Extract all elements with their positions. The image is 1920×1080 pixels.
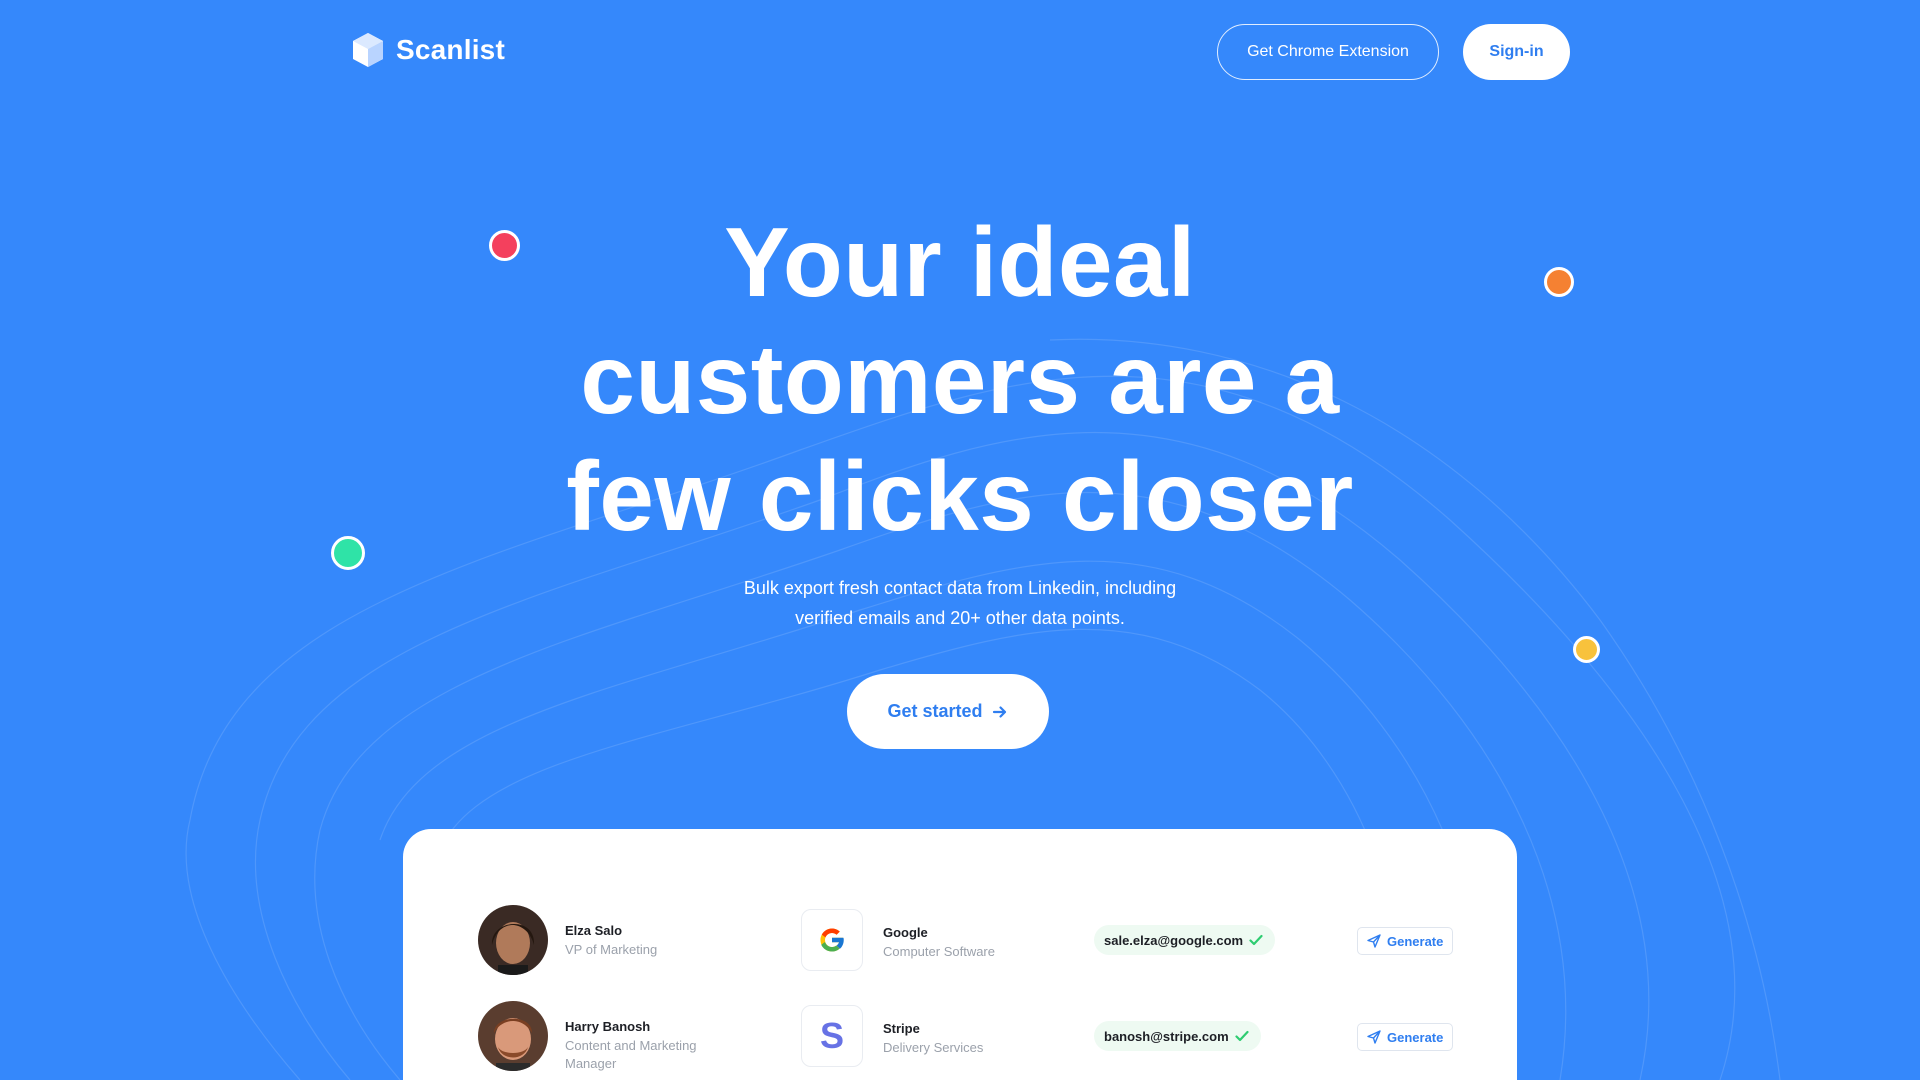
stripe-icon: S — [820, 1019, 844, 1053]
verified-email-badge: sale.elza@google.com — [1094, 925, 1276, 955]
generate-label: Generate — [1387, 933, 1444, 949]
brand-logo[interactable]: Scanlist — [352, 32, 505, 68]
email-address: sale.elza@google.com — [1104, 932, 1244, 948]
generate-button[interactable]: Generate — [1357, 927, 1454, 955]
get-started-label: Get started — [887, 701, 983, 721]
company-name: Google — [883, 925, 928, 940]
company-logo — [801, 909, 863, 971]
check-icon — [1235, 1030, 1249, 1042]
cube-logo-icon — [353, 33, 383, 67]
contact-name: Elza Salo — [565, 923, 623, 938]
company-name: Stripe — [883, 1021, 920, 1036]
company-info: Google Computer Software — [883, 923, 1083, 961]
headline-line-2: customers are a — [580, 324, 1340, 434]
person-photo-icon — [478, 905, 548, 975]
subtext-line-1: Bulk export fresh contact data from Link… — [743, 578, 1177, 598]
orange-dot-decoration — [1544, 267, 1574, 297]
avatar — [478, 1001, 548, 1071]
svg-text:S: S — [820, 1019, 844, 1053]
company-info: Stripe Delivery Services — [883, 1019, 1083, 1057]
contact-person: Harry Banosh Content and Marketing Manag… — [565, 1017, 745, 1073]
avatar — [478, 905, 548, 975]
person-photo-icon — [478, 1001, 548, 1071]
arrow-right-icon — [992, 705, 1006, 718]
check-icon — [1249, 934, 1263, 946]
headline-line-1: Your ideal — [724, 207, 1196, 317]
contacts-preview-card: Elza Salo VP of Marketing Google Compute… — [403, 829, 1517, 1080]
get-started-button[interactable]: Get started — [847, 674, 1049, 749]
generate-button[interactable]: Generate — [1357, 1023, 1454, 1051]
hero-subtext: Bulk export fresh contact data from Link… — [660, 573, 1260, 633]
generate-label: Generate — [1387, 1029, 1444, 1045]
email-address: banosh@stripe.com — [1104, 1028, 1229, 1044]
contact-role: VP of Marketing — [565, 942, 658, 957]
get-chrome-extension-button[interactable]: Get Chrome Extension — [1217, 24, 1439, 80]
green-dot-decoration — [331, 536, 365, 570]
yellow-dot-decoration — [1573, 636, 1600, 663]
contact-row: Harry Banosh Content and Marketing Manag… — [403, 1001, 1517, 1080]
company-industry: Delivery Services — [883, 1040, 984, 1055]
hero-headline: Your ideal customers are a few clicks cl… — [460, 204, 1460, 555]
contact-person: Elza Salo VP of Marketing — [565, 921, 745, 959]
contact-name: Harry Banosh — [565, 1019, 651, 1034]
headline-line-3: few clicks closer — [566, 441, 1354, 551]
sign-in-button[interactable]: Sign-in — [1463, 24, 1570, 80]
paper-plane-icon — [1367, 1030, 1381, 1044]
verified-email-badge: banosh@stripe.com — [1094, 1021, 1261, 1051]
paper-plane-icon — [1367, 934, 1381, 948]
subtext-line-2: verified emails and 20+ other data point… — [795, 608, 1125, 628]
brand-name: Scanlist — [396, 34, 505, 65]
contact-role: Content and Marketing Manager — [565, 1038, 697, 1071]
company-industry: Computer Software — [883, 944, 995, 959]
company-logo: S — [801, 1005, 863, 1067]
google-icon — [820, 928, 845, 952]
contact-row: Elza Salo VP of Marketing Google Compute… — [403, 905, 1517, 985]
page: Scanlist Get Chrome Extension Sign-in Yo… — [0, 0, 1920, 1080]
